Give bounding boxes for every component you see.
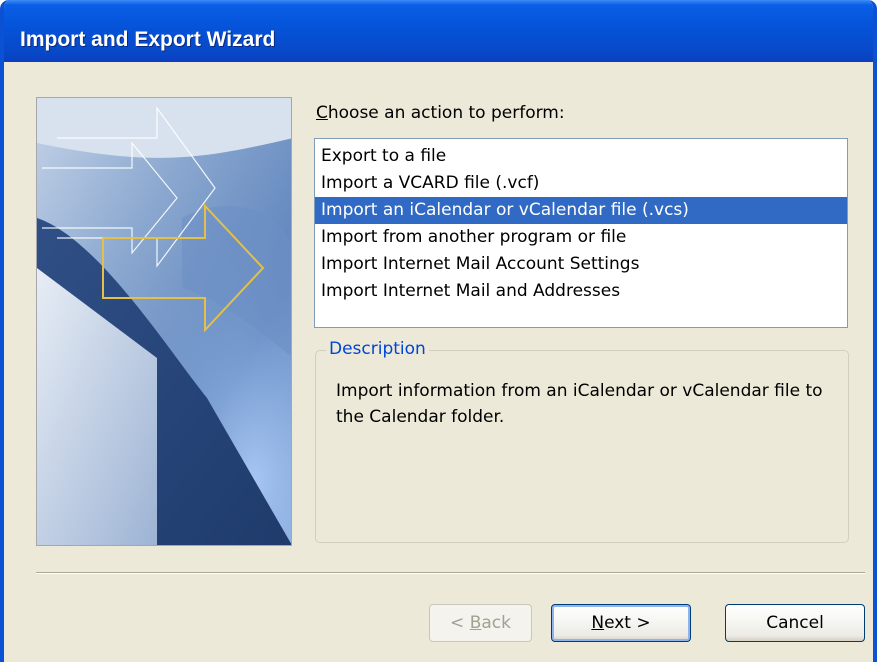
wizard-window: Import and Export Wizard Choose an actio…	[0, 0, 877, 662]
description-groupbox: Description Import information from an i…	[315, 339, 849, 543]
list-item[interactable]: Import a VCARD file (.vcf)	[315, 170, 847, 197]
action-listbox[interactable]: Export to a file Import a VCARD file (.v…	[314, 138, 848, 328]
next-button[interactable]: Next >	[551, 604, 691, 642]
list-item[interactable]: Import Internet Mail Account Settings	[315, 251, 847, 278]
window-title: Import and Export Wizard	[20, 28, 276, 51]
list-item[interactable]: Export to a file	[315, 143, 847, 170]
description-text: Import information from an iCalendar or …	[336, 381, 823, 427]
cancel-button[interactable]: Cancel	[725, 604, 865, 642]
list-item[interactable]: Import from another program or file	[315, 224, 847, 251]
wizard-banner-arrows-graphic	[37, 98, 291, 545]
list-item[interactable]: Import Internet Mail and Addresses	[315, 278, 847, 305]
back-button[interactable]: < Back	[429, 604, 532, 642]
title-bar[interactable]: Import and Export Wizard	[4, 0, 873, 62]
description-legend: Description	[326, 339, 429, 359]
separator-line	[36, 572, 865, 574]
list-item-selected[interactable]: Import an iCalendar or vCalendar file (.…	[315, 197, 847, 224]
wizard-banner-image	[36, 97, 292, 546]
choose-action-label: Choose an action to perform:	[316, 103, 565, 123]
